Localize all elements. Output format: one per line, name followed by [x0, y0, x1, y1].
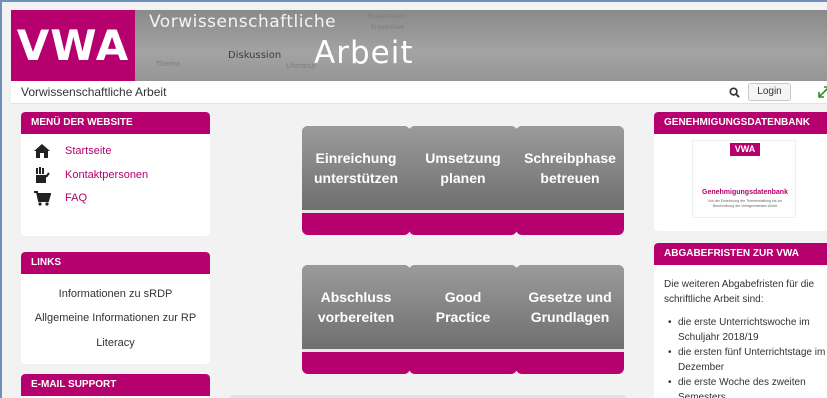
mini-image-title: Genehmigungsdatenbank: [702, 189, 788, 196]
menu-panel-title: MENÜ DER WEBSITE: [21, 112, 210, 134]
tile-stripe: [409, 210, 517, 213]
tile-gesetze[interactable]: Gesetze und Grundlagen: [516, 265, 624, 374]
menu-panel: MENÜ DER WEBSITE Startseite Kontaktperso…: [21, 112, 210, 236]
word-cloud-term: Thema: [156, 60, 181, 68]
links-panel: LINKS Informationen zu sRDP Allgemeine I…: [21, 252, 210, 364]
tile-label: Umsetzung planen: [425, 150, 501, 186]
word-cloud-term: Ergebnisse: [371, 24, 404, 31]
menu-item-startseite[interactable]: Startseite: [33, 142, 111, 160]
word-cloud-term: Diskussion: [228, 50, 282, 61]
menu-item-label: FAQ: [65, 192, 88, 204]
abgabefristen-list: die erste Unterrichtswoche im Schuljahr …: [668, 315, 827, 398]
list-item: die erste Unterrichtswoche im Schuljahr …: [668, 315, 827, 345]
top-bar: Vorwissenschaftliche Arbeit Login: [11, 81, 827, 104]
login-button[interactable]: Login: [748, 83, 791, 101]
menu-item-label: Kontaktpersonen: [65, 169, 149, 181]
expand-icon[interactable]: [817, 85, 827, 99]
genehmigung-panel-title: GENEHMIGUNGSDATENBANK: [654, 112, 827, 134]
list-item: die erste Woche des zweiten Semesters: [668, 375, 827, 398]
genehmigung-panel: GENEHMIGUNGSDATENBANK VWA Genehmigungsda…: [654, 112, 827, 231]
mini-vwa-logo: VWA: [730, 143, 760, 156]
email-support-panel: E-MAIL SUPPORT: [21, 374, 210, 398]
mini-image-subtitle: Von der Einreichung der Themenstellung b…: [707, 199, 783, 208]
cart-icon: [34, 191, 51, 206]
tile-label: Schreibphase betreuen: [524, 150, 616, 186]
tile-einreichung[interactable]: Einreichung unterstützen: [302, 126, 410, 235]
site-banner: VWA Diskussion Präsentation Thema Litera…: [11, 10, 827, 81]
tile-label: Abschluss vorbereiten: [317, 289, 395, 325]
abgabefristen-intro: Die weiteren Abgabefristen für die schri…: [664, 279, 815, 305]
tile-abschluss[interactable]: Abschluss vorbereiten: [302, 265, 410, 374]
link-literacy[interactable]: Literacy: [21, 337, 210, 349]
menu-item-label: Startseite: [65, 145, 112, 157]
genehmigungsdatenbank-image[interactable]: VWA Genehmigungsdatenbank Von der Einrei…: [692, 140, 796, 218]
link-allgemeine-informationen[interactable]: Allgemeine Informationen zur RP: [21, 312, 210, 324]
tile-stripe: [516, 349, 624, 352]
tile-label: Good Practice: [435, 289, 491, 325]
site-name-link[interactable]: Vorwissenschaftliche Arbeit: [21, 85, 166, 99]
tile-label: Gesetze und Grundlagen: [528, 289, 612, 325]
links-panel-title: LINKS: [21, 252, 210, 274]
tile-umsetzung[interactable]: Umsetzung planen: [409, 126, 517, 235]
abgabefristen-panel-title: ABGABEFRISTEN ZUR VWA: [654, 243, 827, 265]
list-item: die ersten fünf Unterrichtstage im Dezem…: [668, 345, 827, 375]
tile-schreibphase[interactable]: Schreibphase betreuen: [516, 126, 624, 235]
home-icon: [34, 144, 50, 158]
abgabefristen-panel: ABGABEFRISTEN ZUR VWA Die weiteren Abgab…: [654, 243, 827, 398]
tile-stripe: [516, 210, 624, 213]
word-cloud-term: Präsentation: [368, 13, 406, 20]
word-cloud-term: Literatur: [286, 62, 317, 70]
tile-stripe: [409, 349, 517, 352]
contacts-icon: [36, 167, 50, 183]
banner-title-main: Arbeit: [314, 35, 414, 71]
browser-frame: VWA Diskussion Präsentation Thema Litera…: [0, 0, 827, 398]
tile-stripe: [302, 349, 410, 352]
menu-item-faq[interactable]: FAQ: [33, 189, 87, 207]
vwa-logo[interactable]: VWA: [11, 10, 135, 81]
email-support-title: E-MAIL SUPPORT: [21, 374, 210, 396]
link-srdp[interactable]: Informationen zu sRDP: [21, 288, 210, 300]
tile-good-practice[interactable]: Good Practice: [409, 265, 517, 374]
tile-label: Einreichung unterstützen: [314, 150, 398, 186]
banner-title-top: Vorwissenschaftliche: [149, 12, 337, 32]
tile-stripe: [302, 210, 410, 213]
menu-item-kontaktpersonen[interactable]: Kontaktpersonen: [33, 166, 148, 184]
search-icon[interactable]: [729, 87, 740, 98]
